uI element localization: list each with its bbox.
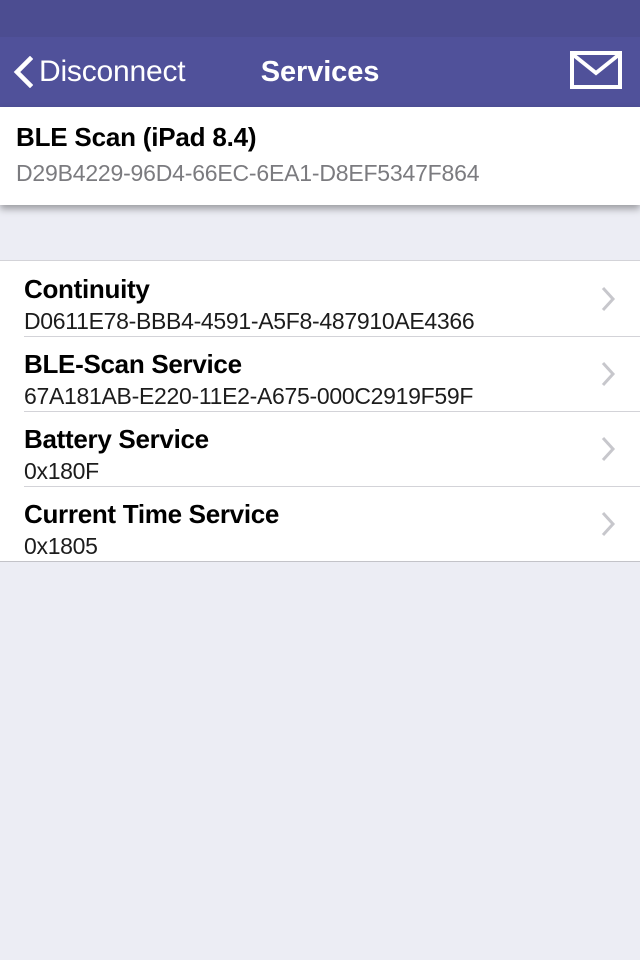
- list-item[interactable]: Continuity D0611E78-BBB4-4591-A5F8-48791…: [0, 261, 640, 336]
- list-item[interactable]: Battery Service 0x180F: [0, 411, 640, 486]
- service-name: Battery Service: [24, 424, 209, 454]
- mail-envelope-icon: [570, 50, 622, 94]
- service-uuid: 0x180F: [24, 458, 99, 485]
- disconnect-back-button[interactable]: Disconnect: [13, 37, 186, 107]
- disconnect-label: Disconnect: [39, 55, 186, 88]
- device-uuid: D29B4229-96D4-66EC-6EA1-D8EF5347F864: [16, 159, 480, 186]
- section-gap: [0, 205, 640, 260]
- empty-content-area: [0, 562, 640, 960]
- service-name: BLE-Scan Service: [24, 349, 242, 379]
- status-bar: [0, 0, 640, 37]
- services-list: Continuity D0611E78-BBB4-4591-A5F8-48791…: [0, 260, 640, 562]
- service-uuid: D0611E78-BBB4-4591-A5F8-487910AE4366: [24, 308, 475, 335]
- mail-envelope-button[interactable]: [570, 37, 622, 107]
- list-item[interactable]: Current Time Service 0x1805: [0, 486, 640, 561]
- chevron-left-icon: [13, 56, 33, 88]
- app-screen: Disconnect Services BLE Scan (iPad 8.4) …: [0, 0, 640, 960]
- navigation-bar: Disconnect Services: [0, 37, 640, 107]
- device-name: BLE Scan (iPad 8.4): [16, 122, 257, 152]
- list-item[interactable]: BLE-Scan Service 67A181AB-E220-11E2-A675…: [0, 336, 640, 411]
- device-header-card: BLE Scan (iPad 8.4) D29B4229-96D4-66EC-6…: [0, 107, 640, 205]
- service-uuid: 67A181AB-E220-11E2-A675-000C2919F59F: [24, 383, 474, 410]
- service-uuid: 0x1805: [24, 533, 98, 560]
- service-name: Current Time Service: [24, 499, 280, 529]
- service-name: Continuity: [24, 274, 150, 304]
